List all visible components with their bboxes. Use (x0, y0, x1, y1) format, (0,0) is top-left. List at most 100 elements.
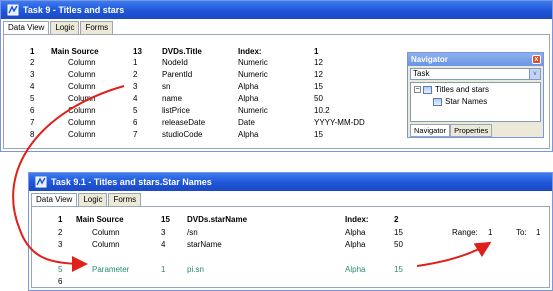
row-col: 6 (133, 118, 138, 127)
row-extra: 12 (314, 70, 323, 79)
row-type: Alpha (345, 228, 366, 237)
row-type: Index: (345, 215, 369, 224)
to-label: To: (516, 228, 527, 237)
row-name: starName (187, 240, 222, 249)
close-icon[interactable]: x (532, 55, 541, 64)
row-extra: 2 (394, 215, 399, 224)
row-kind: Column (68, 82, 96, 91)
row-number: 1 (30, 47, 35, 56)
tab-strip: Data View Logic Forms (3, 21, 114, 35)
row-number: 5 (30, 94, 35, 103)
data-view-grid: 1 Main Source 15 DVDs.starName Index: 2 … (31, 206, 550, 288)
row-extra: 50 (314, 94, 323, 103)
tree-node-label: Titles and stars (435, 85, 489, 94)
tab-navigator[interactable]: Navigator (410, 124, 451, 137)
row-col: 3 (133, 82, 138, 91)
tab-data-view[interactable]: Data View (3, 21, 50, 35)
range-value[interactable]: 1 (488, 227, 492, 238)
row-col: 1 (133, 58, 138, 67)
row-type: Numeric (238, 106, 268, 115)
row-name: sn (162, 82, 171, 91)
row-type: Alpha (345, 265, 366, 274)
navigator-panel: Navigator x Task v − Titles and stars Sta… (407, 52, 544, 138)
row-col: 4 (133, 94, 138, 103)
task-icon (423, 85, 432, 94)
navigator-titlebar[interactable]: Navigator x (408, 53, 543, 66)
row-kind: Main Source (51, 47, 99, 56)
row-name: /sn (187, 228, 198, 237)
row-number: 1 (58, 215, 63, 224)
row-number: 2 (30, 58, 35, 67)
row-name: DVDs.Title (162, 47, 202, 56)
row-kind: Parameter (92, 265, 130, 274)
collapse-icon[interactable]: − (414, 86, 421, 94)
row-col: 7 (133, 130, 138, 139)
tab-logic[interactable]: Logic (50, 21, 80, 34)
row-col: 1 (161, 265, 166, 274)
tree-node-root[interactable]: − Titles and stars (414, 85, 489, 95)
row-number: 2 (58, 228, 63, 237)
app-icon (7, 4, 19, 16)
row-col: 5 (133, 106, 138, 115)
row-extra: 50 (394, 240, 403, 249)
row-kind: Column (68, 94, 96, 103)
row-type: Index: (238, 47, 262, 56)
row-col: 13 (133, 47, 142, 56)
window-title: Task 9 - Titles and stars (23, 5, 125, 15)
tab-properties[interactable]: Properties (450, 124, 493, 137)
row-name: pi.sn (187, 265, 204, 274)
row-number: 6 (30, 106, 35, 115)
row-type: Alpha (345, 240, 366, 249)
row-type: Alpha (238, 82, 259, 91)
row-kind: Column (68, 58, 96, 67)
row-name: NodeId (162, 58, 188, 67)
row-kind: Column (92, 228, 120, 237)
tree-node-child[interactable]: Star Names (433, 97, 487, 107)
task-window-sub: Task 9.1 - Titles and stars.Star Names D… (28, 172, 553, 291)
to-value[interactable]: 1 (536, 227, 540, 238)
row-col: 15 (161, 215, 170, 224)
row-kind: Column (68, 118, 96, 127)
row-number: 6 (58, 277, 63, 286)
row-number: 3 (30, 70, 35, 79)
row-extra: 10.2 (314, 106, 330, 115)
row-extra: 15 (314, 82, 323, 91)
app-icon (35, 176, 47, 188)
tab-data-view[interactable]: Data View (31, 193, 78, 207)
row-name: listPrice (162, 106, 191, 115)
row-kind: Column (68, 130, 96, 139)
task-window-main-titlebar[interactable]: Task 9 - Titles and stars (1, 1, 552, 19)
row-type: Numeric (238, 58, 268, 67)
row-type: Date (238, 118, 255, 127)
row-extra: 15 (394, 228, 403, 237)
row-col: 2 (133, 70, 138, 79)
row-extra: 15 (394, 265, 403, 274)
row-type: Alpha (238, 130, 259, 139)
tab-forms[interactable]: Forms (80, 21, 114, 34)
row-type: Numeric (238, 70, 268, 79)
navigator-tabs: Navigator Properties (410, 124, 493, 137)
row-name: releaseDate (162, 118, 206, 127)
task-window-sub-titlebar[interactable]: Task 9.1 - Titles and stars.Star Names (29, 173, 552, 191)
tab-forms[interactable]: Forms (108, 193, 142, 206)
row-number: 3 (58, 240, 63, 249)
chevron-down-icon[interactable]: v (529, 69, 540, 79)
navigator-tree: − Titles and stars Star Names (410, 82, 541, 122)
row-name: name (162, 94, 183, 103)
row-name: studioCode (162, 130, 203, 139)
row-name: DVDs.starName (187, 215, 248, 224)
row-number: 8 (30, 130, 35, 139)
row-extra: YYYY-MM-DD (314, 118, 365, 127)
tab-strip: Data View Logic Forms (31, 193, 142, 207)
row-number: 7 (30, 118, 35, 127)
subtask-icon (433, 97, 442, 106)
navigator-select[interactable]: Task v (410, 68, 541, 80)
row-kind: Column (68, 106, 96, 115)
range-label: Range: (452, 228, 478, 237)
row-col: 3 (161, 228, 166, 237)
row-kind: Column (68, 70, 96, 79)
row-number: 5 (58, 265, 63, 274)
tab-logic[interactable]: Logic (78, 193, 108, 206)
navigator-title: Navigator (411, 55, 448, 64)
row-number: 4 (30, 82, 35, 91)
